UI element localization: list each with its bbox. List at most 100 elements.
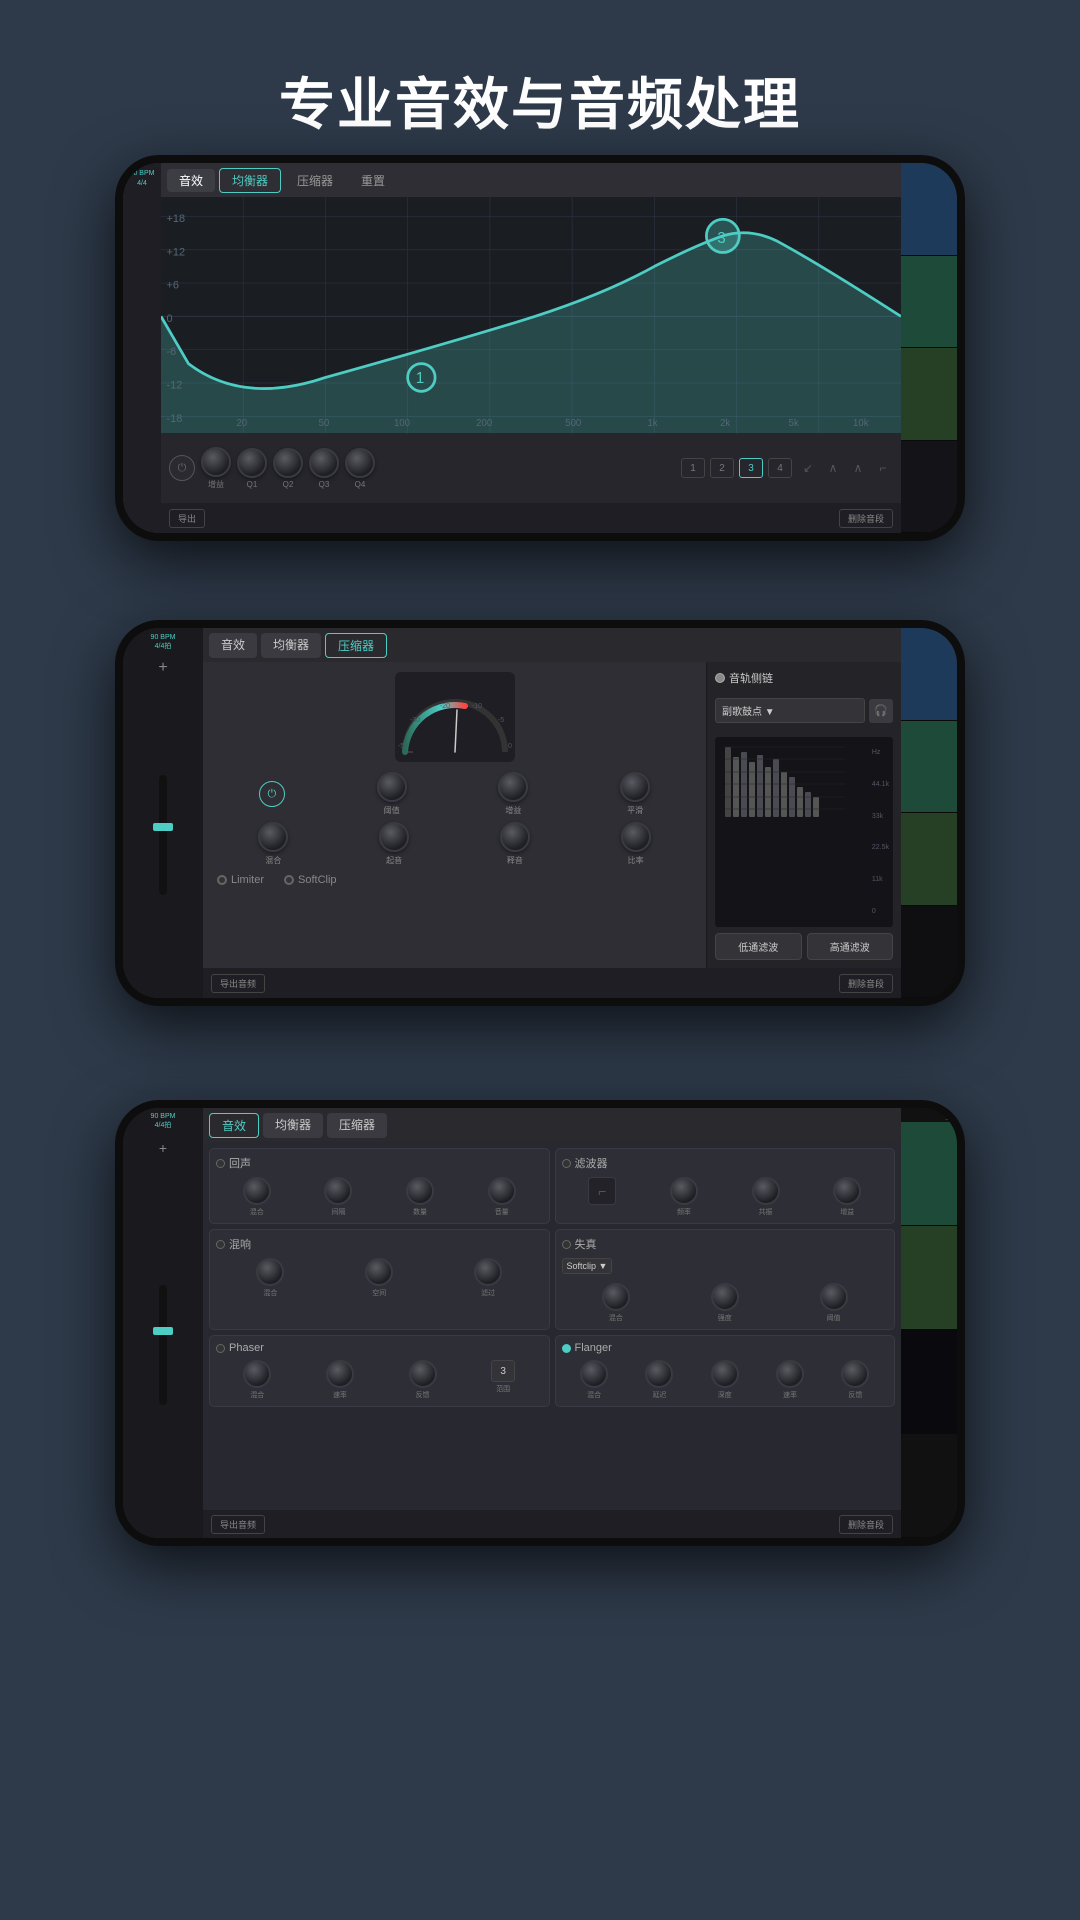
gain-knob2[interactable] xyxy=(498,772,528,802)
distortion-dropdown[interactable]: Softclip ▼ xyxy=(562,1258,613,1274)
comp-tab-fx[interactable]: 音效 xyxy=(209,633,257,658)
shape-peak1-icon[interactable]: ∧ xyxy=(823,461,843,475)
fx-tab-eq[interactable]: 均衡器 xyxy=(263,1113,323,1138)
mix-knob[interactable] xyxy=(258,822,288,852)
limiter-option[interactable]: Limiter xyxy=(217,874,264,886)
fx-row-1: 回声 混合 间隔 xyxy=(209,1148,895,1224)
svg-text:500: 500 xyxy=(565,418,581,429)
fx-fader-thumb[interactable] xyxy=(153,1327,173,1335)
comp-plus-icon[interactable]: + xyxy=(158,659,167,677)
attack-knob[interactable] xyxy=(379,822,409,852)
comp-export-btn[interactable]: 导出音频 xyxy=(211,974,265,993)
dist-mix-knob[interactable] xyxy=(602,1283,630,1311)
filter-resonance-knob[interactable] xyxy=(752,1177,780,1205)
fx-tab-comp[interactable]: 压缩器 xyxy=(327,1113,387,1138)
ratio-knob[interactable] xyxy=(621,822,651,852)
headphone-btn[interactable]: 🎧 xyxy=(869,699,893,723)
softclip-option[interactable]: SoftClip xyxy=(284,874,337,886)
fader-thumb[interactable] xyxy=(153,823,173,831)
comp-delete-btn[interactable]: 删除音段 xyxy=(839,974,893,993)
release-knob[interactable] xyxy=(500,822,530,852)
eq-power-btn[interactable]: ⏻ xyxy=(169,455,195,481)
dist-drive-label: 强度 xyxy=(718,1313,732,1323)
phone1-section: 90 BPM 4/4 音效 均衡器 压缩器 重置 xyxy=(0,155,1080,541)
comp-power-btn[interactable]: ⏻ xyxy=(259,781,285,807)
fx-fader-area[interactable] xyxy=(127,1156,199,1533)
q2-knob[interactable] xyxy=(273,448,303,478)
fx-delete-btn[interactable]: 删除音段 xyxy=(839,1515,893,1534)
flanger-feedback-knob[interactable] xyxy=(841,1360,869,1388)
reverb-space-knob[interactable] xyxy=(365,1258,393,1286)
shape-highshelf-icon[interactable]: ⌐ xyxy=(873,461,893,475)
q3-knob[interactable] xyxy=(309,448,339,478)
flanger-depth-knob[interactable] xyxy=(711,1360,739,1388)
distortion-toggle-dot[interactable] xyxy=(562,1240,571,1249)
filter-shape-icon[interactable]: ⌐ xyxy=(588,1177,616,1205)
flanger-rate-knob[interactable] xyxy=(776,1360,804,1388)
echo-interval-knob[interactable] xyxy=(324,1177,352,1205)
reverb-toggle-dot[interactable] xyxy=(216,1240,225,1249)
limiter-radio[interactable] xyxy=(217,875,227,885)
filter-toggle-dot[interactable] xyxy=(562,1159,571,1168)
eq-center-panel: 音效 均衡器 压缩器 重置 xyxy=(161,163,901,533)
echo-volume-knob[interactable] xyxy=(488,1177,516,1205)
q4-knob-group: Q4 xyxy=(345,448,375,489)
filter-freq-knob[interactable] xyxy=(670,1177,698,1205)
reverb-mix-knob[interactable] xyxy=(256,1258,284,1286)
threshold-knob[interactable] xyxy=(377,772,407,802)
band-shape-row: ↙ ∧ ∧ ⌐ xyxy=(798,461,893,475)
tab-comp[interactable]: 压缩器 xyxy=(285,169,345,192)
comp-fader[interactable] xyxy=(127,677,199,992)
eq-export-btn[interactable]: 导出 xyxy=(169,509,205,528)
phaser-mix-knob[interactable] xyxy=(243,1360,271,1388)
phaser-range-input[interactable]: 3 xyxy=(491,1360,515,1382)
highpass-btn[interactable]: 高通滤波 xyxy=(807,933,894,960)
tab-eq[interactable]: 均衡器 xyxy=(219,168,281,193)
tab-fx[interactable]: 音效 xyxy=(167,169,215,192)
threshold-label: 阈值 xyxy=(384,805,400,816)
echo-toggle-dot[interactable] xyxy=(216,1159,225,1168)
dist-drive-knob[interactable] xyxy=(711,1283,739,1311)
distortion-title: 失真 xyxy=(575,1236,597,1252)
dist-thresh-knob[interactable] xyxy=(820,1283,848,1311)
comp-tab-eq[interactable]: 均衡器 xyxy=(261,633,321,658)
phaser-feedback-knob[interactable] xyxy=(409,1360,437,1388)
echo-mix-knob[interactable] xyxy=(243,1177,271,1205)
tab-reset[interactable]: 重置 xyxy=(349,169,397,192)
sidechain-toggle[interactable]: 音轨侧链 xyxy=(715,670,773,686)
flanger-toggle-dot[interactable] xyxy=(562,1344,571,1353)
softclip-radio[interactable] xyxy=(284,875,294,885)
eq-delete-btn[interactable]: 删除音段 xyxy=(839,509,893,528)
band-4-btn[interactable]: 4 xyxy=(768,458,792,478)
eq-track-1 xyxy=(901,163,957,256)
sidechain-dot xyxy=(715,673,725,683)
gain-label2: 增益 xyxy=(505,805,521,816)
fx-plus-icon[interactable]: + xyxy=(159,1140,167,1156)
echo-count-knob[interactable] xyxy=(406,1177,434,1205)
smooth-knob[interactable] xyxy=(620,772,650,802)
flanger-mix-knob[interactable] xyxy=(580,1360,608,1388)
reverb-filter-knob[interactable] xyxy=(474,1258,502,1286)
gain-label: 增益 xyxy=(208,479,224,490)
gain-knob[interactable] xyxy=(201,447,231,477)
phaser-toggle-dot[interactable] xyxy=(216,1344,225,1353)
shape-lowshelf-icon[interactable]: ↙ xyxy=(798,461,818,475)
comp-tab-comp[interactable]: 压缩器 xyxy=(325,633,387,658)
fx-tab-fx[interactable]: 音效 xyxy=(209,1113,259,1138)
gain-knob-group: 增益 xyxy=(201,447,231,490)
phaser-rate-knob[interactable] xyxy=(326,1360,354,1388)
q1-knob[interactable] xyxy=(237,448,267,478)
filter-gain-knob[interactable] xyxy=(833,1177,861,1205)
q4-knob[interactable] xyxy=(345,448,375,478)
eq-graph-svg: 1 3 +18 +12 +6 0 -6 -12 -18 xyxy=(161,197,901,433)
lowpass-btn[interactable]: 低通滤波 xyxy=(715,933,802,960)
flanger-delay-knob[interactable] xyxy=(645,1360,673,1388)
ratio-knob-group: 比率 xyxy=(621,822,651,866)
band-2-btn[interactable]: 2 xyxy=(710,458,734,478)
fx-export-btn[interactable]: 导出音频 xyxy=(211,1515,265,1534)
band-1-btn[interactable]: 1 xyxy=(681,458,705,478)
band-3-btn[interactable]: 3 xyxy=(739,458,763,478)
shape-peak2-icon[interactable]: ∧ xyxy=(848,461,868,475)
sidechain-dropdown[interactable]: 副歌鼓点 ▼ xyxy=(715,698,865,723)
phone1-frame: 90 BPM 4/4 音效 均衡器 压缩器 重置 xyxy=(115,155,965,541)
